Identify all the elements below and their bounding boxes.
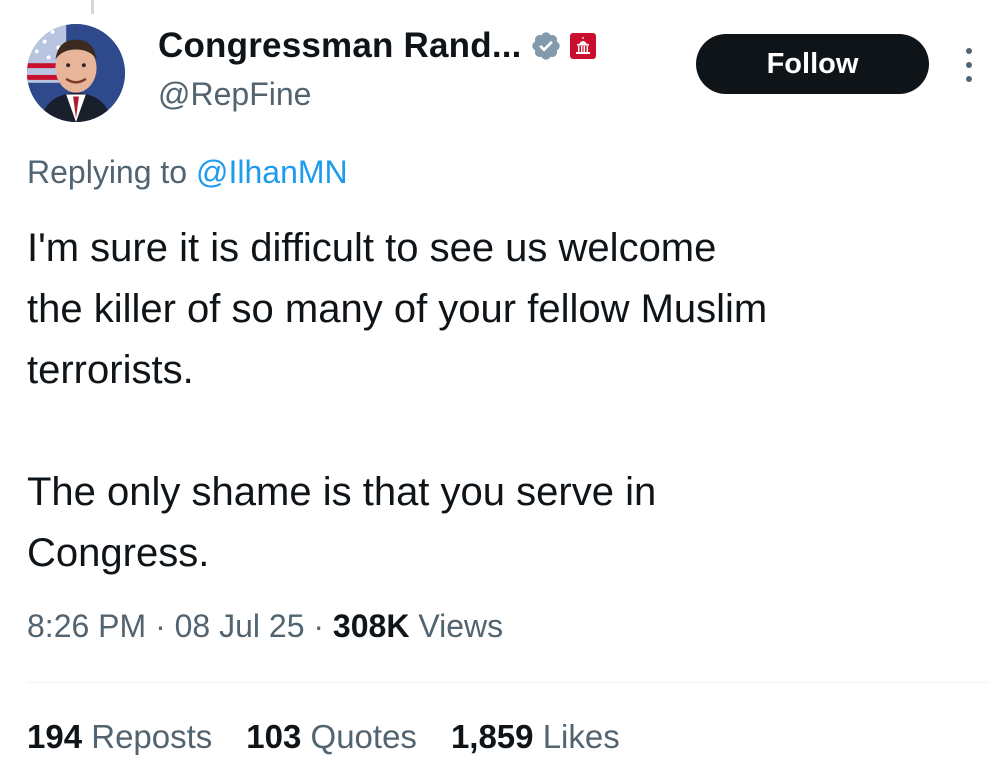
tweet-line: The only shame is that you serve in xyxy=(27,470,657,514)
avatar[interactable] xyxy=(27,24,125,122)
thread-connector-line xyxy=(91,0,94,14)
author-display-name[interactable]: Congressman Rand... xyxy=(158,26,522,66)
more-vertical-icon[interactable] xyxy=(957,46,981,84)
likes-stat[interactable]: 1,859 Likes xyxy=(451,718,620,756)
verified-badge-icon[interactable] xyxy=(530,30,562,62)
reply-mention-link[interactable]: @IlhanMN xyxy=(196,154,348,190)
quotes-label: Quotes xyxy=(310,718,417,755)
tweet-text: I'm sure it is difficult to see us welco… xyxy=(27,218,977,584)
likes-count: 1,859 xyxy=(450,718,534,755)
tweet-line: I'm sure it is difficult to see us welco… xyxy=(27,226,717,270)
reposts-stat[interactable]: 194 Reposts xyxy=(27,718,212,756)
replying-to-label: Replying to xyxy=(27,154,188,190)
likes-label: Likes xyxy=(542,718,620,755)
author-handle[interactable]: @RepFine xyxy=(158,76,311,113)
tweet-line: Congress. xyxy=(27,531,210,575)
tweet-time[interactable]: 8:26 PM xyxy=(27,608,146,644)
more-dot xyxy=(966,76,972,82)
divider xyxy=(27,682,989,683)
author-name-row: Congressman Rand... xyxy=(158,24,596,68)
tweet-date[interactable]: 08 Jul 25 xyxy=(175,608,305,644)
more-dot xyxy=(966,48,972,54)
capitol-affiliation-icon[interactable] xyxy=(569,33,596,59)
quotes-stat[interactable]: 103 Quotes xyxy=(246,718,417,756)
meta-separator: · xyxy=(155,608,175,644)
engagement-stats: 194 Reposts 103 Quotes 1,859 Likes xyxy=(27,718,620,756)
meta-separator: · xyxy=(313,608,333,644)
replying-to-line: Replying to @IlhanMN xyxy=(27,154,348,191)
avatar-image xyxy=(27,24,125,122)
tweet-line: the killer of so many of your fellow Mus… xyxy=(27,287,768,331)
tweet-meta: 8:26 PM · 08 Jul 25 · 308K Views xyxy=(27,608,503,645)
tweet-line: terrorists. xyxy=(27,348,194,392)
reposts-count: 194 xyxy=(27,718,83,755)
more-dot xyxy=(966,62,972,68)
reposts-label: Reposts xyxy=(91,718,213,755)
quotes-count: 103 xyxy=(246,718,302,755)
views-label: Views xyxy=(418,608,504,644)
follow-button[interactable]: Follow xyxy=(696,34,929,94)
views-count: 308K xyxy=(332,608,410,644)
